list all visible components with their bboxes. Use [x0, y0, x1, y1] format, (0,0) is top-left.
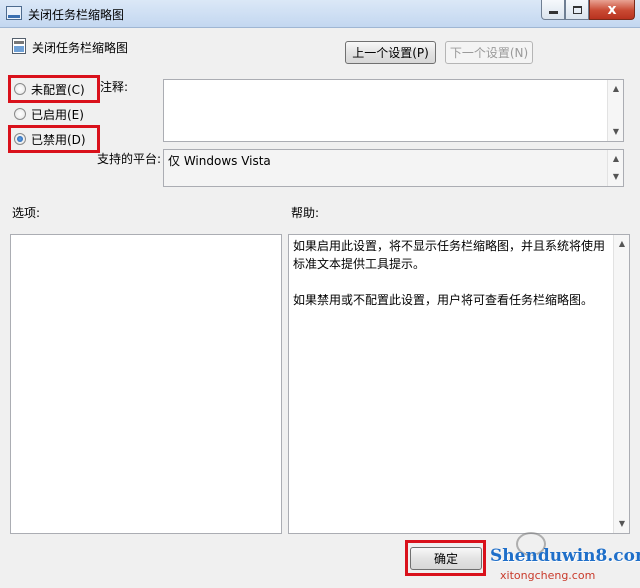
previous-setting-button[interactable]: 上一个设置(P)	[345, 41, 436, 64]
scroll-up-icon[interactable]: ▲	[608, 152, 624, 166]
comment-scrollbar[interactable]: ▲ ▼	[607, 80, 623, 141]
help-scrollbar[interactable]: ▲ ▼	[613, 235, 629, 533]
close-button[interactable]: x	[589, 0, 635, 20]
setting-icon	[12, 38, 26, 54]
help-panel: 如果启用此设置，将不显示任务栏缩略图，并且系统将使用标准文本提供工具提示。 如果…	[288, 234, 630, 534]
options-panel	[10, 234, 282, 534]
platform-scrollbar[interactable]: ▲ ▼	[607, 150, 623, 186]
watermark-main: Shenduwin8.com	[490, 546, 640, 566]
scroll-down-icon[interactable]: ▼	[614, 517, 630, 531]
highlight-box-ok	[405, 540, 486, 576]
options-label: 选项:	[12, 206, 41, 220]
watermark: Shenduwin8.com xitongcheng.com	[490, 532, 640, 588]
window-title: 关闭任务栏缩略图	[28, 8, 125, 22]
window-titlebar: 关闭任务栏缩略图 x	[0, 0, 640, 28]
platform-label: 支持的平台:	[97, 152, 162, 166]
watermark-sub: xitongcheng.com	[500, 569, 596, 582]
scroll-down-icon[interactable]: ▼	[608, 170, 624, 184]
help-text: 如果启用此设置，将不显示任务栏缩略图，并且系统将使用标准文本提供工具提示。 如果…	[293, 239, 606, 307]
close-icon: x	[607, 1, 617, 18]
radio-enabled-circle[interactable]	[14, 108, 26, 120]
minimize-button[interactable]	[541, 0, 565, 20]
minimize-icon	[548, 11, 558, 14]
platform-field: 仅 Windows Vista ▲ ▼	[163, 149, 624, 187]
help-label: 帮助:	[291, 206, 320, 220]
platform-value: 仅 Windows Vista	[168, 154, 271, 168]
policy-editor-icon	[6, 6, 22, 20]
highlight-box-not-configured	[8, 75, 100, 103]
next-setting-button[interactable]: 下一个设置(N)	[445, 41, 533, 64]
radio-enabled[interactable]: 已启用(E)	[14, 105, 84, 123]
comment-label: 注释:	[100, 80, 129, 94]
maximize-button[interactable]	[565, 0, 589, 20]
setting-title: 关闭任务栏缩略图	[32, 41, 129, 55]
scroll-down-icon[interactable]: ▼	[608, 125, 624, 139]
scroll-up-icon[interactable]: ▲	[614, 237, 630, 251]
highlight-box-disabled	[8, 125, 100, 153]
maximize-icon	[572, 5, 582, 14]
scroll-up-icon[interactable]: ▲	[608, 82, 624, 96]
radio-enabled-label: 已启用(E)	[31, 107, 84, 122]
comment-textarea[interactable]: ▲ ▼	[163, 79, 624, 142]
